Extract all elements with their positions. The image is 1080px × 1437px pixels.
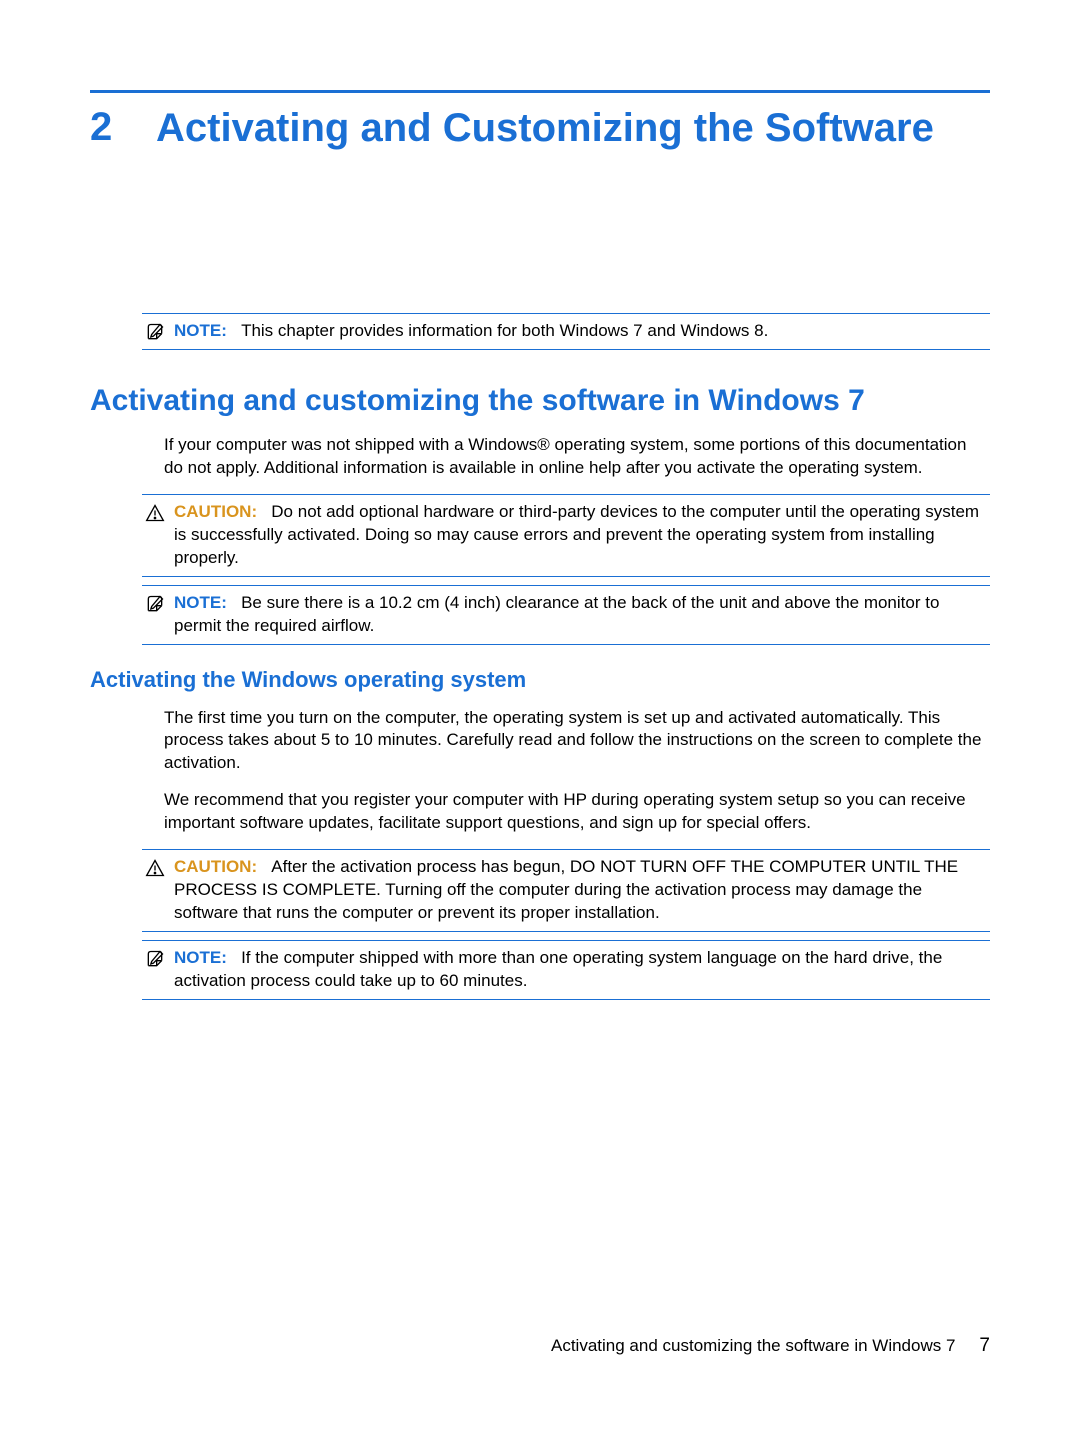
page-footer: Activating and customizing the software …	[551, 1335, 990, 1357]
caution-label: CAUTION:	[174, 502, 257, 521]
document-page: 2 Activating and Customizing the Softwar…	[0, 0, 1080, 1437]
note-text: This chapter provides information for bo…	[241, 321, 768, 340]
note-callout: NOTE: This chapter provides information …	[142, 313, 990, 350]
chapter-number: 2	[90, 103, 120, 151]
note-callout: NOTE: Be sure there is a 10.2 cm (4 inch…	[142, 585, 990, 645]
subsection-heading-activating-os: Activating the Windows operating system	[90, 667, 990, 693]
chapter-rule	[90, 90, 990, 93]
section2-para1: The first time you turn on the computer,…	[164, 707, 990, 776]
note-text: Be sure there is a 10.2 cm (4 inch) clea…	[174, 593, 939, 635]
caution-callout: CAUTION: After the activation process ha…	[142, 849, 990, 932]
caution-icon	[142, 856, 168, 878]
spacer	[90, 153, 990, 313]
note-icon	[142, 947, 168, 969]
section2-para2: We recommend that you register your comp…	[164, 789, 990, 835]
note-label: NOTE:	[174, 321, 227, 340]
note-icon	[142, 592, 168, 614]
note-label: NOTE:	[174, 948, 227, 967]
note-text: If the computer shipped with more than o…	[174, 948, 942, 990]
caution-text: After the activation process has begun, …	[174, 857, 958, 922]
chapter-header: 2 Activating and Customizing the Softwar…	[90, 103, 990, 153]
page-number: 7	[979, 1335, 990, 1357]
note-icon	[142, 320, 168, 342]
section1-para1: If your computer was not shipped with a …	[164, 434, 990, 480]
footer-text: Activating and customizing the software …	[551, 1336, 955, 1356]
caution-label: CAUTION:	[174, 857, 257, 876]
chapter-title: Activating and Customizing the Software	[156, 103, 934, 153]
section-heading-win7: Activating and customizing the software …	[90, 384, 990, 418]
note-callout: NOTE: If the computer shipped with more …	[142, 940, 990, 1000]
note-label: NOTE:	[174, 593, 227, 612]
caution-text: Do not add optional hardware or third-pa…	[174, 502, 979, 567]
caution-icon	[142, 501, 168, 523]
caution-callout: CAUTION: Do not add optional hardware or…	[142, 494, 990, 577]
